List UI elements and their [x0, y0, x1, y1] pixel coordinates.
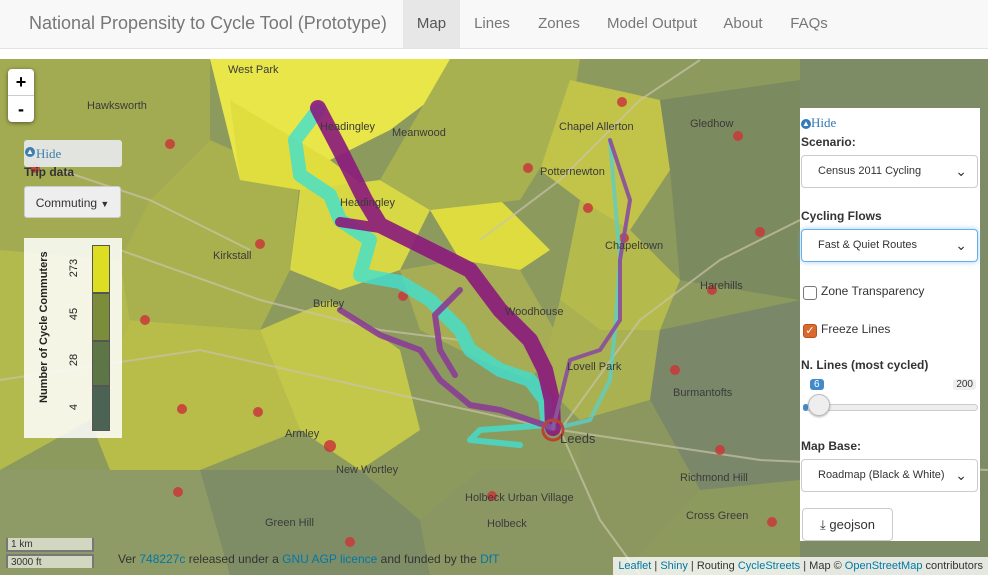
- place-label: Chapeltown: [605, 240, 664, 252]
- control-panel: ▲Hide Scenario: Census 2011 Cycling ⌄ Cy…: [800, 108, 980, 541]
- place-label: Meanwood: [392, 127, 446, 139]
- version-prefix: Ver: [118, 552, 137, 566]
- leaflet-link[interactable]: Leaflet: [618, 560, 651, 572]
- place-label: Richmond Hill: [680, 472, 748, 484]
- map-base-label: Map Base:: [801, 439, 862, 453]
- licence-link[interactable]: GNU AGP licence: [282, 552, 377, 566]
- place-label: Green Hill: [265, 517, 314, 529]
- geojson-download-button[interactable]: ⤓ geojson: [802, 508, 893, 541]
- place-label: Lovell Park: [567, 361, 622, 373]
- place-label: New Wortley: [336, 464, 399, 476]
- cycling-flows-value: Fast & Quiet Routes: [818, 239, 918, 251]
- toggle-icon: ▲: [25, 147, 35, 157]
- zoom-in-button[interactable]: +: [8, 69, 34, 96]
- zoom-out-button[interactable]: -: [8, 96, 34, 122]
- nav-zones[interactable]: Zones: [524, 0, 594, 48]
- version-middle: released under a: [188, 552, 279, 566]
- hide-link[interactable]: Hide: [811, 115, 836, 130]
- legend-tick: 45: [68, 307, 80, 321]
- nlines-slider-handle[interactable]: [807, 394, 830, 416]
- place-label: Armley: [285, 428, 320, 440]
- cycling-flows-label: Cycling Flows: [801, 209, 882, 223]
- legend-tick: 273: [68, 258, 80, 278]
- hide-link[interactable]: Hide: [36, 146, 61, 162]
- trip-data-value: Commuting: [35, 196, 98, 210]
- osm-suffix: contributors: [925, 560, 983, 572]
- place-label: Chapel Allerton: [559, 121, 634, 133]
- nav-faqs[interactable]: FAQs: [778, 0, 840, 48]
- nlines-max: 200: [953, 379, 976, 390]
- place-label: Potternewton: [540, 166, 605, 178]
- zone-transparency-checkbox[interactable]: [803, 286, 817, 300]
- legend-swatch: [92, 386, 110, 431]
- freeze-lines-checkbox[interactable]: ✓: [803, 324, 817, 338]
- chevron-down-icon: ⌄: [955, 237, 967, 253]
- place-label: Headingley: [340, 197, 396, 209]
- cycling-flows-select[interactable]: Fast & Quiet Routes ⌄: [801, 229, 978, 262]
- commit-link[interactable]: 748227c: [139, 552, 185, 566]
- scale-imperial: 3000 ft: [6, 554, 94, 568]
- cyclestreets-link[interactable]: CycleStreets: [738, 560, 800, 572]
- osm-link[interactable]: OpenStreetMap: [845, 560, 923, 572]
- download-icon: ⤓: [820, 517, 826, 532]
- toggle-icon: ▲: [801, 118, 811, 129]
- legend-tick: 28: [68, 353, 80, 367]
- nav-model-output[interactable]: Model Output: [596, 0, 708, 48]
- nlines-value: 6: [810, 379, 824, 390]
- version-suffix: and funded by the: [380, 552, 477, 566]
- caret-down-icon: ▼: [100, 199, 110, 209]
- legend-swatch: [92, 341, 110, 386]
- version-note: Ver 748227c released under a GNU AGP lic…: [118, 552, 499, 566]
- place-label: Holbeck Urban Village: [465, 492, 574, 504]
- zoom-control: + -: [8, 69, 34, 122]
- legend-swatch: [92, 245, 110, 293]
- freeze-lines-label: Freeze Lines: [821, 322, 891, 336]
- left-panel-hide[interactable]: ▲ Hide: [24, 140, 122, 167]
- place-label: Holbeck: [487, 518, 527, 530]
- trip-data-dropdown[interactable]: Commuting ▼: [24, 186, 121, 218]
- legend-title: Number of Cycle Commuters: [38, 251, 50, 403]
- place-label: Burmantofts: [673, 387, 733, 399]
- scale-metric: 1 km: [6, 538, 94, 552]
- scenario-select[interactable]: Census 2011 Cycling ⌄: [801, 155, 978, 188]
- place-label: Woodhouse: [505, 306, 564, 318]
- legend-tick: 4: [68, 403, 80, 411]
- zone-transparency-label: Zone Transparency: [821, 284, 925, 298]
- zone-polygon: [660, 80, 800, 300]
- place-label: Gledhow: [690, 118, 734, 130]
- map-prefix: Map ©: [809, 560, 842, 572]
- chevron-down-icon: ⌄: [955, 163, 967, 179]
- place-label: Harehills: [700, 280, 743, 292]
- place-label: Hawksworth: [87, 100, 147, 112]
- map-base-value: Roadmap (Black & White): [818, 469, 945, 481]
- legend-swatch: [92, 293, 110, 341]
- chevron-down-icon: ⌄: [955, 467, 967, 483]
- legend: Number of Cycle Commuters 273 45 28 4: [24, 238, 122, 438]
- map-base-select[interactable]: Roadmap (Black & White) ⌄: [801, 459, 978, 492]
- place-label: Cross Green: [686, 510, 749, 522]
- app-title[interactable]: National Propensity to Cycle Tool (Proto…: [29, 13, 387, 34]
- map-attribution: Leaflet | Shiny | Routing CycleStreets |…: [613, 557, 988, 575]
- place-label: Leeds: [560, 431, 596, 446]
- geojson-label: geojson: [829, 517, 875, 532]
- trip-data-label: Trip data: [24, 165, 75, 179]
- right-panel-hide[interactable]: ▲Hide: [801, 115, 836, 131]
- place-label: West Park: [228, 64, 279, 76]
- nav-map[interactable]: Map: [403, 0, 460, 48]
- shiny-link[interactable]: Shiny: [660, 560, 688, 572]
- place-label: Kirkstall: [213, 250, 252, 262]
- nav-lines[interactable]: Lines: [462, 0, 522, 48]
- nlines-label: N. Lines (most cycled): [801, 358, 929, 372]
- routing-prefix: Routing: [696, 560, 735, 572]
- dft-link[interactable]: DfT: [480, 552, 499, 566]
- navbar: National Propensity to Cycle Tool (Proto…: [0, 0, 988, 49]
- scenario-value: Census 2011 Cycling: [818, 165, 922, 177]
- place-label: Burley: [313, 298, 345, 310]
- nav-about[interactable]: About: [710, 0, 776, 48]
- place-label: Headingley: [320, 121, 376, 133]
- scenario-label: Scenario:: [801, 135, 856, 149]
